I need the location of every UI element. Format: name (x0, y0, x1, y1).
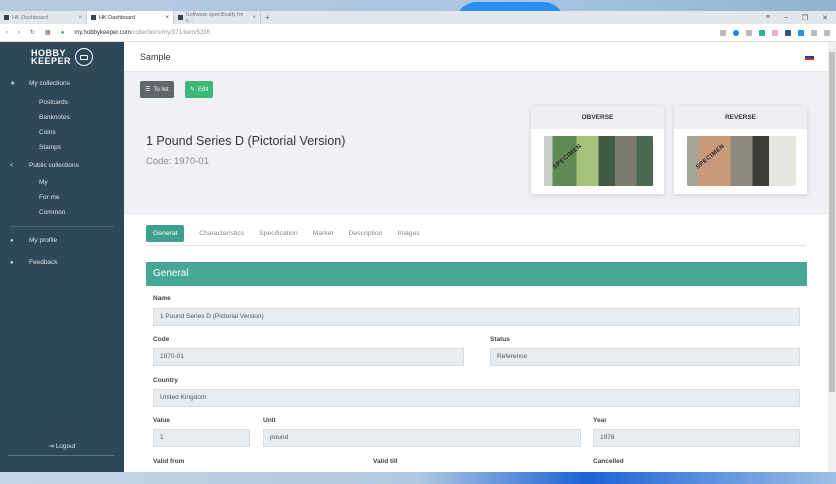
to-list-button[interactable]: ☰ To list (140, 81, 174, 98)
scrollbar[interactable] (828, 42, 836, 472)
reverse-card[interactable]: REVERSE SPECIMEN (674, 106, 807, 194)
tab-images[interactable]: Images (397, 230, 419, 237)
tab-characteristics[interactable]: Characteristics (199, 230, 244, 237)
status-field[interactable]: Reference (490, 348, 800, 366)
divider (10, 226, 114, 227)
unit-field[interactable]: pound (263, 429, 581, 447)
grid-icon[interactable]: ▦ (45, 29, 51, 36)
logo[interactable]: HOBBY KEEPER (0, 42, 124, 72)
unit-label: Unit (263, 417, 276, 424)
name-label: Name (153, 295, 171, 302)
desktop-taskbar-area (0, 472, 836, 484)
list-icon: ☰ (145, 87, 151, 93)
main-content: Sample ☰ To list ✎ Edit 1 Pound Series D (… (124, 42, 828, 472)
language-flag-icon[interactable] (805, 54, 814, 60)
item-hero: ☰ To list ✎ Edit 1 Pound Series D (Pictori… (124, 72, 828, 215)
status-label: Status (490, 336, 510, 343)
sidebar-item-feedback[interactable]: ● Feedback (0, 255, 124, 270)
shield-check-icon[interactable] (733, 29, 739, 36)
heart-icon[interactable] (746, 29, 752, 36)
tab-menu-icon[interactable]: ≡ (766, 14, 770, 22)
close-window-icon[interactable]: ✕ (822, 14, 828, 22)
cart-icon[interactable] (785, 29, 791, 36)
year-field[interactable]: 1978 (593, 429, 800, 447)
valid-from-label: Valid from (153, 458, 185, 465)
tab-general[interactable]: General (146, 225, 185, 242)
sidebar-item-stamps[interactable]: Stamps (0, 140, 124, 155)
page-title: Sample (140, 51, 171, 62)
value-label: Value (153, 417, 170, 424)
item-tabs: General Characteristics Specification Ma… (146, 222, 806, 246)
browser-tab-active[interactable]: HK Dashboard × (87, 11, 174, 24)
user-icon: ● (10, 237, 14, 244)
sidebar: HOBBY KEEPER ★ My collections Postcards Ba… (0, 42, 124, 472)
minimize-icon[interactable]: – (784, 14, 788, 22)
lock-icon: ● (60, 29, 65, 36)
star-icon: ★ (10, 81, 16, 87)
extension-icon[interactable] (772, 29, 778, 36)
sidebar-item-my[interactable]: My (0, 175, 124, 190)
url-field[interactable]: my.hobbykeeper.com/collections/my/371/it… (74, 30, 210, 36)
reload-icon[interactable]: ↻ (30, 29, 35, 36)
code-field[interactable]: 1970-01 (153, 348, 464, 366)
extension-icon[interactable] (759, 29, 765, 36)
close-tab-icon[interactable]: × (78, 15, 82, 21)
desktop-background (0, 0, 836, 24)
obverse-card[interactable]: OBVERSE SPECIMEN (531, 106, 664, 194)
tab-description[interactable]: Description (348, 230, 382, 237)
name-field[interactable]: 1 Pound Series D (Pictorial Version) (153, 308, 800, 326)
extension-icon[interactable] (798, 29, 804, 36)
edit-icon: ✎ (190, 87, 196, 93)
divider (8, 455, 114, 456)
monitor-icon (75, 48, 93, 66)
obverse-image: SPECIMEN (544, 136, 653, 186)
year-label: Year (593, 417, 607, 424)
scrollbar-thumb[interactable] (829, 52, 835, 392)
share-icon: < (10, 162, 14, 169)
item-title: 1 Pound Series D (Pictorial Version) (146, 134, 346, 148)
page-header: Sample (124, 42, 828, 72)
cancelled-label: Cancelled (593, 458, 624, 465)
tab-specification[interactable]: Specification (259, 230, 298, 237)
browser-tabbar: HK Dashboard × HK Dashboard × Software spe… (0, 11, 836, 24)
edit-button[interactable]: ✎ Edit (185, 81, 214, 98)
close-tab-icon[interactable]: × (165, 15, 169, 21)
valid-till-label: Valid till (373, 458, 398, 465)
logout-icon: ⇥ (48, 443, 56, 450)
reverse-image: SPECIMEN (687, 136, 796, 186)
sidebar-item-banknotes[interactable]: Banknotes (0, 110, 124, 125)
browser-tab[interactable]: HK Dashboard × (0, 11, 87, 24)
sidebar-item-my-collections[interactable]: ★ My collections (0, 76, 124, 91)
new-tab-button[interactable]: + (261, 13, 274, 22)
chat-icon: ● (10, 259, 14, 266)
favicon-icon (4, 15, 9, 20)
favicon-icon (91, 15, 96, 20)
country-field[interactable]: United Kingdom (153, 389, 800, 407)
logout-button[interactable]: ⇥ Logout (0, 442, 124, 450)
menu-icon[interactable] (824, 29, 830, 36)
country-label: Country (153, 377, 178, 384)
general-section-heading: General (146, 262, 807, 286)
close-tab-icon[interactable]: × (252, 15, 256, 21)
camera-icon[interactable] (720, 29, 726, 36)
address-bar: ‹ › ↻ ▦ ● my.hobbykeeper.com/collections/my… (0, 24, 836, 42)
restore-icon[interactable]: ❐ (802, 14, 808, 22)
value-field[interactable]: 1 (153, 429, 250, 447)
sidebar-item-public-collections[interactable]: < Public collections (0, 158, 124, 173)
sidebar-item-for-me[interactable]: For me (0, 190, 124, 205)
back-icon[interactable]: ‹ (6, 30, 8, 36)
sidebar-item-coins[interactable]: Coins (0, 125, 124, 140)
sidebar-item-common[interactable]: Common (0, 205, 124, 220)
item-code: Code: 1970-01 (146, 156, 209, 167)
favicon-icon (178, 15, 183, 20)
forward-icon[interactable]: › (18, 30, 20, 36)
sidebar-item-postcards[interactable]: Postcards (0, 95, 124, 110)
download-icon[interactable] (811, 29, 817, 36)
sidebar-item-profile[interactable]: ● My profile (0, 233, 124, 248)
tab-market[interactable]: Market (313, 230, 334, 237)
code-label: Code (153, 336, 170, 343)
browser-tab[interactable]: Software specifically for c... × (174, 11, 261, 24)
